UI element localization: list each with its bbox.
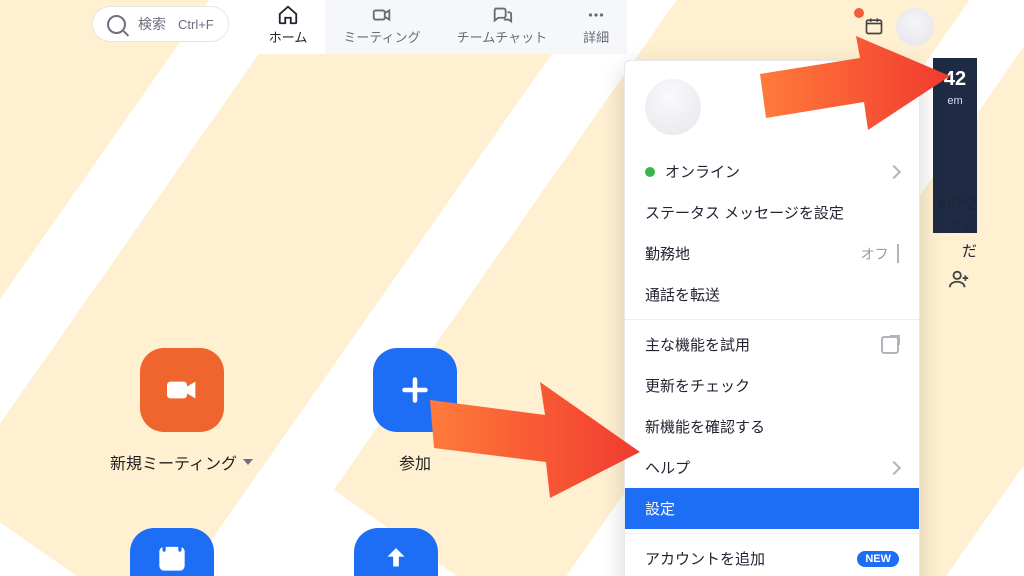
menu-divider bbox=[625, 533, 919, 534]
search-icon bbox=[107, 15, 126, 34]
annotation-arrow-settings bbox=[430, 370, 640, 500]
tab-more[interactable]: 詳細 bbox=[565, 0, 627, 54]
tab-more-label: 詳細 bbox=[583, 27, 609, 46]
side-text: eの空 てくだ bbox=[933, 192, 977, 264]
video-icon bbox=[162, 370, 202, 410]
home-action-row-2 bbox=[130, 528, 438, 576]
menu-check-updates[interactable]: 更新をチェック bbox=[625, 365, 919, 406]
home-action-row: 新規ミーティング 参加 bbox=[110, 348, 457, 474]
main-tabs: ホーム ミーティング チームチャット 詳細 bbox=[251, 0, 627, 54]
schedule-button[interactable] bbox=[130, 528, 214, 576]
menu-online-status[interactable]: オンライン bbox=[625, 151, 919, 192]
menu-try-features[interactable]: 主な機能を試用 bbox=[625, 324, 919, 365]
chevron-right-icon bbox=[887, 460, 901, 474]
search-shortcut: Ctrl+F bbox=[178, 17, 214, 32]
tab-home[interactable]: ホーム bbox=[251, 0, 326, 54]
ellipsis-icon bbox=[585, 4, 607, 26]
menu-settings[interactable]: 設定 bbox=[625, 488, 919, 529]
chevron-down-icon[interactable] bbox=[243, 459, 253, 465]
menu-set-status-message[interactable]: ステータス メッセージを設定 bbox=[625, 192, 919, 233]
new-badge: NEW bbox=[857, 551, 899, 567]
plus-icon bbox=[397, 372, 433, 408]
external-link-icon bbox=[881, 336, 899, 354]
menu-call-forward[interactable]: 通話を転送 bbox=[625, 274, 919, 315]
join-label: 参加 bbox=[399, 450, 431, 474]
tab-home-label: ホーム bbox=[269, 27, 308, 46]
camera-icon bbox=[371, 4, 393, 26]
profile-avatar-large bbox=[645, 79, 701, 135]
menu-help[interactable]: ヘルプ bbox=[625, 447, 919, 488]
menu-divider bbox=[625, 319, 919, 320]
add-contact-icon[interactable] bbox=[948, 268, 970, 290]
annotation-arrow-top bbox=[760, 36, 950, 146]
chevron-right-icon bbox=[887, 164, 901, 178]
menu-work-location[interactable]: 勤務地 オフ bbox=[625, 233, 919, 274]
status-online-icon bbox=[645, 167, 655, 177]
calendar-icon[interactable] bbox=[864, 16, 884, 36]
notification-dot-icon bbox=[854, 8, 864, 18]
share-screen-button[interactable] bbox=[354, 528, 438, 576]
tab-team-chat[interactable]: チームチャット bbox=[439, 0, 565, 54]
menu-add-account[interactable]: アカウントを追加 NEW bbox=[625, 538, 919, 576]
arrow-up-icon bbox=[379, 541, 413, 575]
tab-meetings-label: ミーティング bbox=[343, 27, 420, 46]
chat-icon bbox=[491, 4, 513, 26]
menu-whats-new[interactable]: 新機能を確認する bbox=[625, 406, 919, 447]
tab-team-chat-label: チームチャット bbox=[457, 27, 547, 46]
chevron-right-icon bbox=[897, 244, 899, 263]
new-meeting-label: 新規ミーティング bbox=[110, 450, 253, 474]
new-meeting-tile bbox=[140, 348, 224, 432]
new-meeting-button[interactable]: 新規ミーティング bbox=[110, 348, 253, 474]
tab-meetings[interactable]: ミーティング bbox=[325, 0, 438, 54]
search-placeholder: 検索 bbox=[138, 14, 166, 34]
schedule-icon bbox=[153, 539, 191, 576]
home-icon bbox=[277, 4, 299, 26]
search-box[interactable]: 検索 Ctrl+F bbox=[92, 6, 229, 42]
